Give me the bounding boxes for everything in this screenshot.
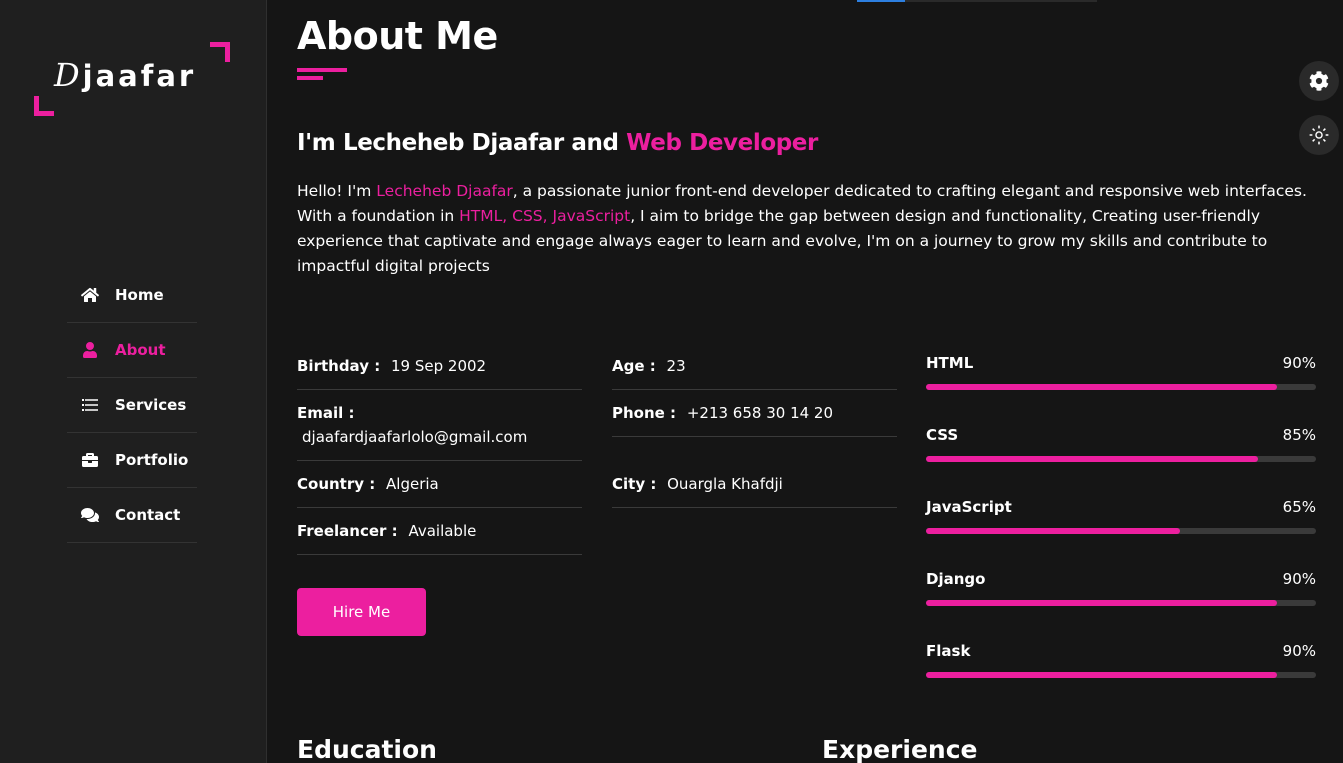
skill-bar [926,384,1316,390]
info-email-value[interactable]: djaafardjaafarlolo@gmail.com [302,428,527,446]
nav-item-services[interactable]: Services [67,378,197,433]
skill-bar-fill [926,528,1180,534]
skill-percent: 90% [1282,570,1316,588]
info-freelancer-value: Available [408,522,477,540]
page-title: About Me [297,14,498,58]
info-country: Country : Algeria [297,461,582,508]
skill-bar [926,600,1316,606]
intro-name: Lecheheb Djaafar [376,182,513,200]
info-freelancer-label: Freelancer : [297,522,398,540]
skill-bar-fill [926,456,1258,462]
title-underline-short [297,76,323,80]
skill-name: Flask [926,642,971,660]
sidebar-nav: Home About Services Portfolio Contact [67,268,197,543]
page: Djaafar Home About Services Portfolio Co… [0,0,1343,763]
theme-toggle-button[interactable] [1299,115,1339,155]
sun-icon [1309,125,1329,145]
info-freelancer: Freelancer : Available [297,508,582,555]
info-city-label: City : [612,475,657,493]
skill-name: CSS [926,426,959,444]
info-birthday-value: 19 Sep 2002 [391,357,487,375]
nav-item-home[interactable]: Home [67,268,197,323]
scroll-indicator-thumb [857,0,905,2]
scroll-indicator [857,0,1097,2]
skill-name: HTML [926,354,974,372]
intro-tech: HTML, CSS, JavaScript [459,207,631,225]
info-country-label: Country : [297,475,376,493]
nav-item-portfolio[interactable]: Portfolio [67,433,197,488]
intro-paragraph: Hello! I'm Lecheheb Djaafar, a passionat… [297,179,1307,279]
skill-bar [926,528,1316,534]
info-email-label: Email : [297,404,355,422]
skill-item: JavaScript 65% [926,495,1316,567]
info-city: City : Ouargla Khafdji [612,461,897,508]
settings-button[interactable] [1299,61,1339,101]
main-content: About Me I'm Lecheheb Djaafar and Web De… [297,0,1317,763]
nav-label-about: About [115,341,166,359]
skill-item: Flask 90% [926,639,1316,711]
skill-item: Django 90% [926,567,1316,639]
education-heading: Education [297,735,437,763]
comments-icon [81,507,101,523]
skill-percent: 85% [1282,426,1316,444]
info-column-right: Age : 23 Phone : +213 658 30 14 20 City … [612,343,897,508]
info-age: Age : 23 [612,343,897,390]
skill-percent: 65% [1282,498,1316,516]
hire-me-button[interactable]: Hire Me [297,588,426,636]
intro-text-1b: , a passionate junior front-end develope… [512,182,1307,200]
intro-heading-prefix: I'm Lecheheb Djaafar and [297,130,627,156]
logo-initial: D [54,56,83,94]
info-phone-label: Phone : [612,404,677,422]
info-age-label: Age : [612,357,656,375]
skill-item: CSS 85% [926,423,1316,495]
info-phone: Phone : +213 658 30 14 20 [612,390,897,437]
briefcase-icon [81,452,101,468]
intro-text-1a: Hello! I'm [297,182,377,200]
info-country-value: Algeria [386,475,439,493]
intro-heading-role: Web Developer [626,130,818,156]
skill-percent: 90% [1282,642,1316,660]
intro-text-2a: With a foundation in [297,207,460,225]
nav-item-about[interactable]: About [67,323,197,378]
info-city-value: Ouargla Khafdji [667,475,783,493]
logo[interactable]: Djaafar [34,42,230,116]
skill-bar-fill [926,672,1277,678]
nav-label-contact: Contact [115,506,181,524]
nav-label-portfolio: Portfolio [115,451,189,469]
logo-corner-bottom-left [34,96,54,116]
nav-label-services: Services [115,396,187,414]
skill-bar [926,672,1316,678]
logo-text: Djaafar [54,56,196,94]
title-underline [297,68,347,72]
logo-name: jaafar [82,59,197,93]
intro-heading: I'm Lecheheb Djaafar and Web Developer [297,130,818,156]
skill-bar [926,456,1316,462]
info-birthday: Birthday : 19 Sep 2002 [297,343,582,390]
sidebar: Djaafar Home About Services Portfolio Co… [0,0,267,763]
info-email: Email : djaafardjaafarlolo@gmail.com [297,390,582,461]
nav-item-contact[interactable]: Contact [67,488,197,543]
list-icon [81,397,101,413]
info-column-left: Birthday : 19 Sep 2002 Email : djaafardj… [297,343,582,555]
gear-icon [1309,71,1329,91]
experience-heading: Experience [822,735,978,763]
home-icon [81,287,101,303]
logo-corner-top-right [210,42,230,62]
skill-bar-fill [926,384,1277,390]
nav-label-home: Home [115,286,164,304]
skills-list: HTML 90% CSS 85% JavaScript 65% Django 90% F… [926,351,1316,711]
skill-bar-fill [926,600,1277,606]
skill-percent: 90% [1282,354,1316,372]
user-icon [81,342,101,358]
info-birthday-label: Birthday : [297,357,381,375]
skill-name: JavaScript [926,498,1012,516]
skill-item: HTML 90% [926,351,1316,423]
skill-name: Django [926,570,986,588]
info-age-value: 23 [666,357,686,375]
info-phone-value[interactable]: +213 658 30 14 20 [687,404,833,422]
